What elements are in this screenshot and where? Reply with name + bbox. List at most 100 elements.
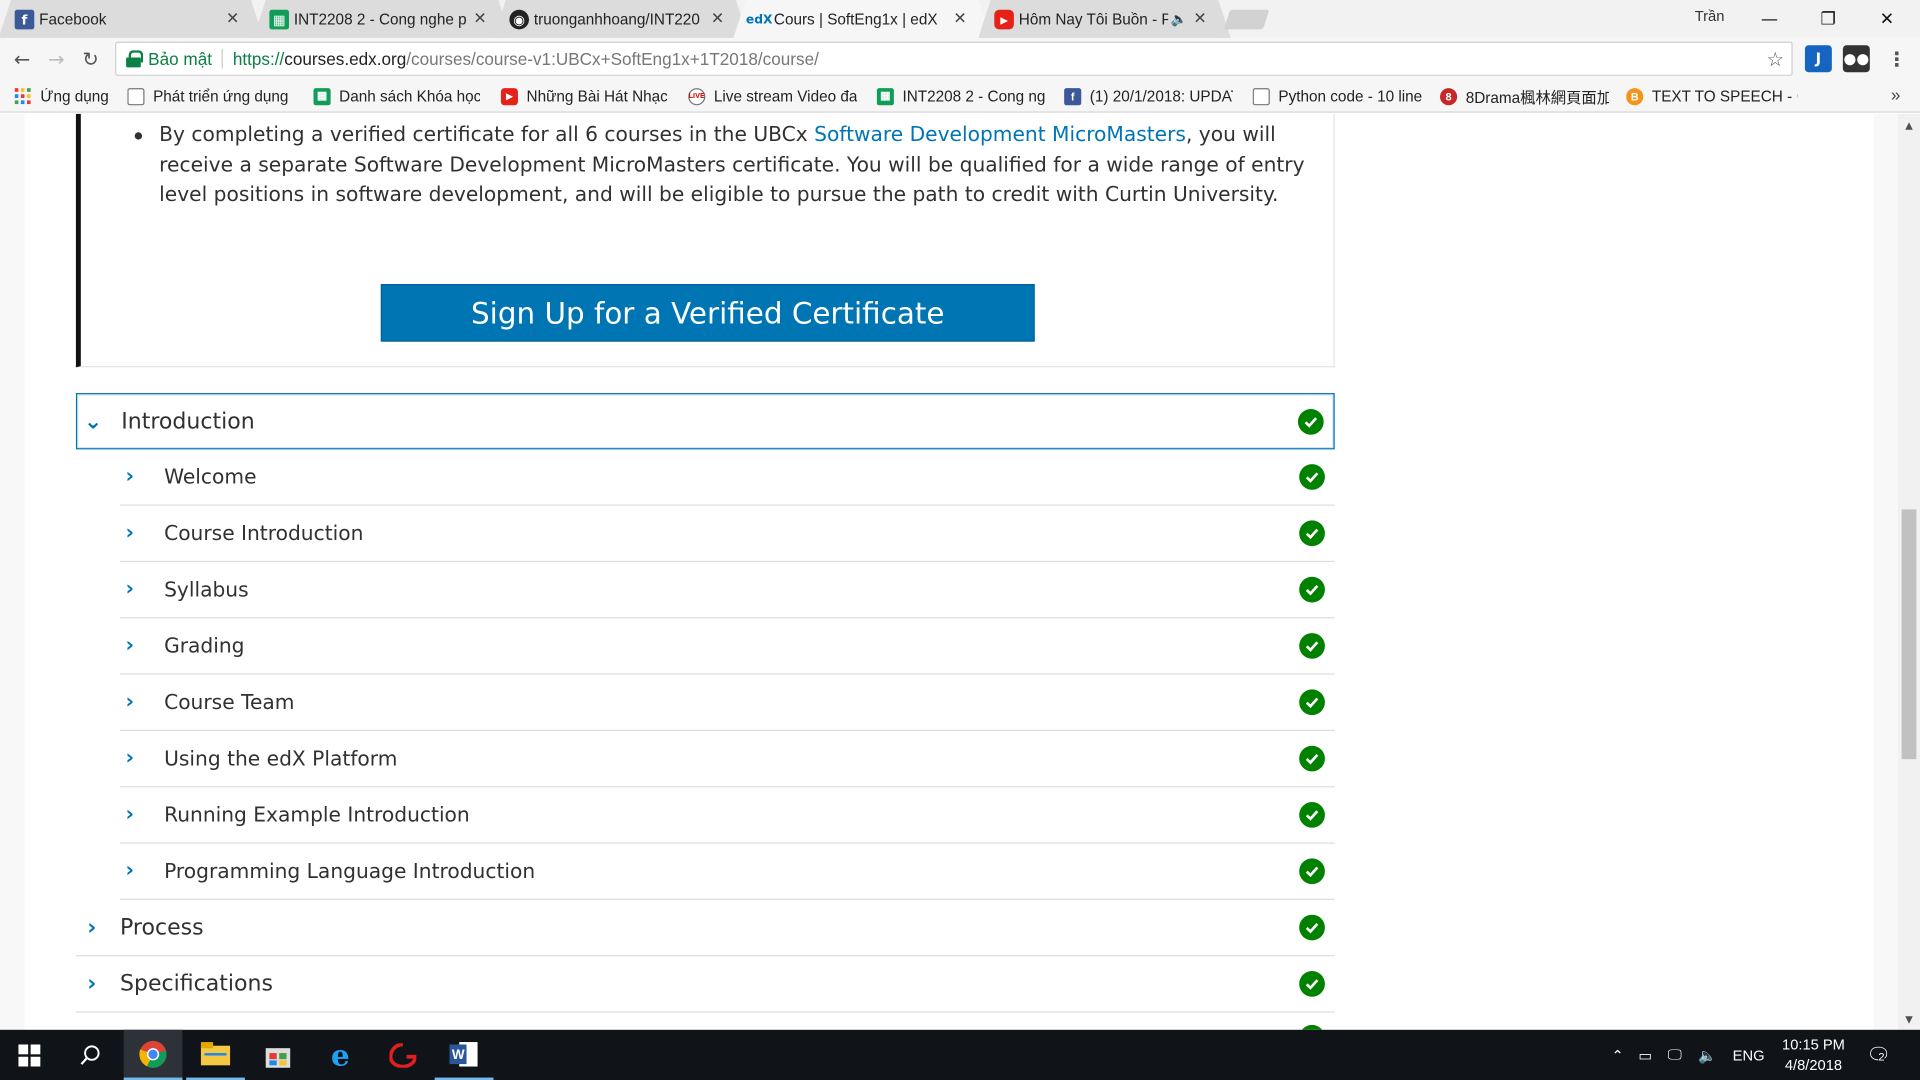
close-icon[interactable]: ✕ [223,10,243,28]
word-icon[interactable]: W [434,1030,494,1080]
section-process[interactable]: › Process [75,900,1335,957]
sign-up-verified-button[interactable]: Sign Up for a Verified Certificate [380,284,1035,342]
bookmark-item[interactable]: Phát triển ứng dụng w [127,84,291,107]
bookmark-label: Python code - 10 line [1278,87,1422,105]
drama-icon: 8 [1440,87,1458,105]
bookmark-label: Phát triển ứng dụng w [153,87,292,105]
micromasters-link[interactable]: Software Development MicroMasters [814,122,1186,145]
subsection-running-example[interactable]: › Running Example Introduction [120,787,1335,844]
close-icon[interactable]: ✕ [1190,10,1210,28]
new-tab-button[interactable] [1223,9,1270,30]
subsection-course-introduction[interactable]: › Course Introduction [120,506,1335,563]
notification-count: 2 [1878,1050,1885,1063]
apps-grid-icon [14,88,31,105]
bookmark-item[interactable]: ▦ Danh sách Khóa học [313,84,480,107]
garena-icon[interactable] [373,1030,432,1080]
profile-name[interactable]: Trần [1695,7,1725,24]
reload-icon[interactable]: ↻ [76,44,105,73]
forward-icon[interactable]: → [42,44,71,73]
speaker-icon[interactable]: 🔈 [1168,11,1190,27]
restore-icon[interactable]: ❐ [1800,0,1856,38]
bookmark-apps[interactable]: Ứng dụng [14,84,109,107]
subsection-title: Programming Language Introduction [164,859,536,883]
bookmark-star-icon[interactable]: ☆ [1767,48,1785,72]
menu-icon[interactable]: ⋮ [1883,45,1910,72]
notification-center-icon[interactable]: 🗨2 [1866,1030,1891,1080]
tab-facebook[interactable]: f Facebook ✕ [12,0,250,38]
bookmark-item[interactable]: 8 8Drama楓林網頁面加 [1440,84,1609,107]
course-content: By completing a verified certificate for… [24,113,1874,1030]
bookmark-label: Những Bài Hát Nhạc [526,87,668,105]
bookmark-item[interactable]: LIVE Live stream Video đa [688,84,859,107]
subsection-title: Welcome [164,465,257,489]
close-icon[interactable]: ✕ [470,10,490,28]
bookmark-item[interactable]: B TEXT TO SPEECH - CH [1626,84,1798,107]
scroll-thumb[interactable] [1901,509,1917,760]
system-clock[interactable]: 10:15 PM 4/8/2018 [1776,1035,1852,1077]
subsection-using-edx[interactable]: › Using the edX Platform [120,731,1335,788]
subsection-title: Syllabus [164,577,249,602]
close-icon[interactable]: ✕ [708,10,728,28]
github-icon: ◉ [509,9,529,30]
subsection-programming-language[interactable]: › Programming Language Introduction [120,844,1335,901]
section-introduction[interactable]: ⌄ Introduction [75,393,1335,450]
subsection-welcome[interactable]: › Welcome [120,449,1335,506]
lock-icon [126,50,144,68]
network-icon[interactable]: 🖵 [1668,1030,1682,1080]
bookmark-item[interactable]: Python code - 10 line [1252,84,1422,107]
facebook-icon: f [14,9,35,30]
bookmark-item[interactable]: ▶ Những Bài Hát Nhạc [500,84,668,107]
tab-youtube[interactable]: ▶ Hôm Nay Tôi Buồn - P 🔈 ✕ [991,0,1218,38]
check-circle-icon [1299,802,1325,828]
section-title: Introduction [121,408,255,435]
url-scheme: https:// [232,48,285,69]
secure-label: Bảo mật [148,48,213,69]
windows-taskbar: e W ⌃ ▭ 🖵 🔈 ENG 10:15 PM 4/8/2018 🗨2 [0,1029,1920,1080]
incognito-icon[interactable]: ●● [1842,45,1870,73]
subsection-title: Course Team [164,690,295,714]
check-circle-icon [1299,745,1325,772]
tab-edx[interactable]: edX Cours | SoftEng1x | edX ✕ [746,0,978,38]
bookmark-item[interactable]: ▦ INT2208 2 - Cong ngh [876,84,1046,107]
page-scrollbar[interactable]: ▲ ▼ [1897,113,1920,1030]
sheets-icon: ▦ [313,87,331,105]
close-icon[interactable]: ✕ [950,10,970,28]
minimize-icon[interactable]: — [1741,0,1797,38]
window-close-icon[interactable]: ✕ [1859,0,1915,38]
bookmark-label: Live stream Video đa [713,87,858,105]
check-circle-icon [1299,576,1325,603]
check-circle-icon [1299,633,1325,659]
tab-int2208[interactable]: ▦ INT2208 2 - Cong nghe p ✕ [266,0,498,38]
search-icon[interactable] [61,1030,120,1080]
subsection-course-team[interactable]: › Course Team [120,675,1335,732]
section-specifications[interactable]: › Specifications [75,956,1335,1013]
youtube-icon: ▶ [994,9,1014,30]
volume-icon[interactable]: 🔈 [1698,1030,1716,1080]
scroll-up-icon[interactable]: ▲ [1898,116,1920,133]
back-icon[interactable]: ← [7,44,36,73]
section-title: Process [120,914,204,941]
chrome-icon[interactable] [123,1029,183,1080]
windows-start-icon[interactable] [0,1030,59,1080]
file-explorer-icon[interactable] [186,1030,245,1080]
chevron-right-icon: › [125,745,135,771]
subsection-grading[interactable]: › Grading [120,618,1335,675]
subsection-title: Course Introduction [164,521,364,545]
internet-explorer-icon[interactable]: e [311,1030,370,1080]
language-indicator[interactable]: ENG [1733,1030,1765,1080]
battery-icon[interactable]: ▭ [1638,1030,1652,1080]
store-icon[interactable] [249,1030,308,1080]
certificate-text: By completing a verified certificate for… [159,122,815,146]
show-hidden-icons[interactable]: ⌃ [1611,1030,1623,1080]
chevron-right-icon: › [125,633,135,658]
scroll-down-icon[interactable]: ▼ [1898,1010,1920,1027]
section-next-partial[interactable] [76,1013,1335,1030]
subsection-syllabus[interactable]: › Syllabus [120,562,1335,619]
address-bar[interactable]: Bảo mật https://courses.edx.org/courses/… [115,41,1793,76]
chevron-right-icon: › [87,970,97,997]
extension-icon[interactable]: J [1804,45,1832,73]
tab-github[interactable]: ◉ truonganhhoang/INT220 ✕ [506,0,735,38]
more-bookmarks-icon[interactable]: » [1891,84,1901,104]
bookmark-item[interactable]: f (1) 20/1/2018: UPDAT [1064,84,1233,107]
check-circle-icon [1299,914,1325,941]
